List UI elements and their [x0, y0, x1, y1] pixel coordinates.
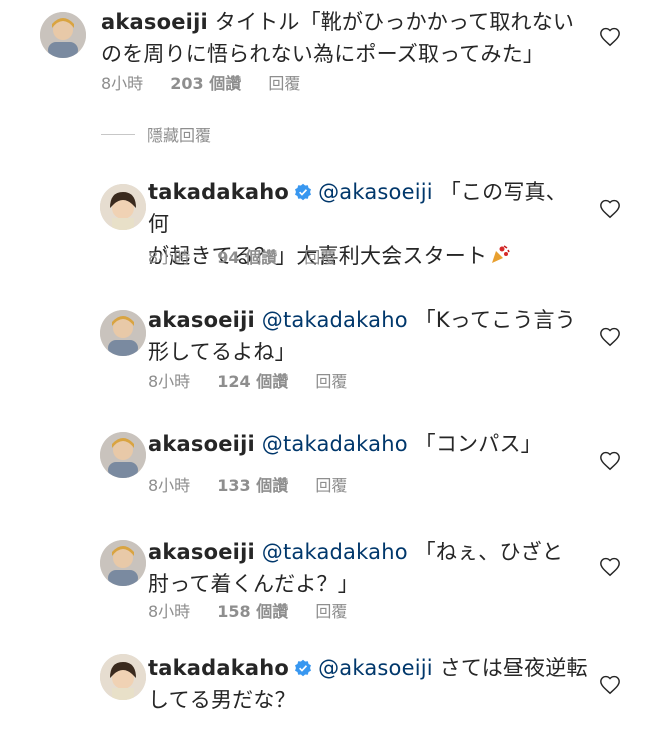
like-count[interactable]: 133 個讚	[217, 476, 288, 495]
mention-link[interactable]: @takadakaho	[262, 308, 408, 332]
comment-text: akasoeiji @takadakaho 「コンパス」	[148, 428, 588, 460]
verified-badge-icon	[295, 183, 312, 201]
comment-body: さては昼夜逆転	[439, 656, 588, 680]
like-count[interactable]: 158 個讚	[217, 602, 288, 621]
like-count[interactable]: 124 個讚	[217, 372, 288, 391]
heart-icon[interactable]	[599, 326, 621, 348]
username[interactable]: takadakaho	[148, 656, 289, 680]
comment-meta: 8小時 158 個讚 回覆	[148, 598, 369, 622]
comment-body: 「ねぇ、ひざと	[414, 540, 564, 564]
comment-meta: 8小時 203 個讚 回覆	[101, 70, 322, 94]
username[interactable]: takadakaho	[148, 180, 289, 204]
avatar[interactable]	[100, 310, 146, 356]
avatar[interactable]	[100, 540, 146, 586]
heart-icon[interactable]	[599, 26, 621, 48]
heart-icon[interactable]	[599, 198, 621, 220]
avatar[interactable]	[100, 654, 146, 700]
verified-badge-icon	[295, 659, 312, 677]
username[interactable]: akasoeiji	[148, 432, 255, 456]
timestamp: 8小時	[101, 74, 144, 93]
like-count[interactable]: 94 個讚	[217, 248, 277, 267]
comment-text: akasoeiji タイトル「靴がひっかかって取れない のを周りに悟られない為に…	[101, 6, 591, 70]
hidden-replies-toggle[interactable]: 隱藏回覆	[101, 122, 211, 146]
comment-text: takadakaho @akasoeiji さては昼夜逆転 してる男だな？	[148, 652, 588, 716]
mention-link[interactable]: @akasoeiji	[318, 656, 433, 680]
heart-icon[interactable]	[599, 674, 621, 696]
comment-meta: 8小時 133 個讚 回覆	[148, 472, 369, 496]
comment-text: akasoeiji @takadakaho 「Kってこう言う 形してるよね」	[148, 304, 588, 368]
reply-button[interactable]: 回覆	[304, 248, 336, 267]
comment-text: akasoeiji @takadakaho 「ねぇ、ひざと 肘って着くんだよ？」	[148, 536, 588, 600]
comment-body-line2: してる男だな？	[148, 688, 296, 712]
like-count[interactable]: 203 個讚	[170, 74, 241, 93]
username[interactable]: akasoeiji	[148, 540, 255, 564]
timestamp: 8小時	[148, 372, 191, 391]
avatar[interactable]	[100, 432, 146, 478]
comment-body-line2: のを周りに悟られない為にポーズ取ってみた」	[101, 42, 545, 66]
username[interactable]: akasoeiji	[148, 308, 255, 332]
comment-meta: 8小時 124 個讚 回覆	[148, 368, 369, 392]
avatar[interactable]	[40, 12, 86, 58]
reply-button[interactable]: 回覆	[315, 372, 347, 391]
avatar[interactable]	[100, 184, 146, 230]
timestamp: 8小時	[148, 248, 191, 267]
timestamp: 8小時	[148, 476, 191, 495]
username[interactable]: akasoeiji	[101, 10, 208, 34]
heart-icon[interactable]	[599, 450, 621, 472]
mention-link[interactable]: @takadakaho	[262, 540, 408, 564]
comment-body: タイトル「靴がひっかかって取れない	[214, 10, 575, 34]
divider-line	[101, 133, 135, 135]
comment-meta: 8小時 94 個讚 回覆	[148, 244, 358, 268]
comment-body-line2: 形してるよね」	[148, 340, 296, 364]
heart-icon[interactable]	[599, 556, 621, 578]
hidden-replies-label: 隱藏回覆	[147, 126, 212, 145]
reply-button[interactable]: 回覆	[315, 602, 347, 621]
mention-link[interactable]: @akasoeiji	[318, 180, 433, 204]
comment-body: 「Kってこう言う	[414, 308, 576, 332]
reply-button[interactable]: 回覆	[268, 74, 300, 93]
mention-link[interactable]: @takadakaho	[262, 432, 408, 456]
comment-body: 「コンパス」	[414, 432, 542, 456]
comment-body-line2: 肘って着くんだよ？」	[148, 572, 359, 596]
party-emoji-icon	[492, 245, 510, 263]
reply-button[interactable]: 回覆	[315, 476, 347, 495]
timestamp: 8小時	[148, 602, 191, 621]
